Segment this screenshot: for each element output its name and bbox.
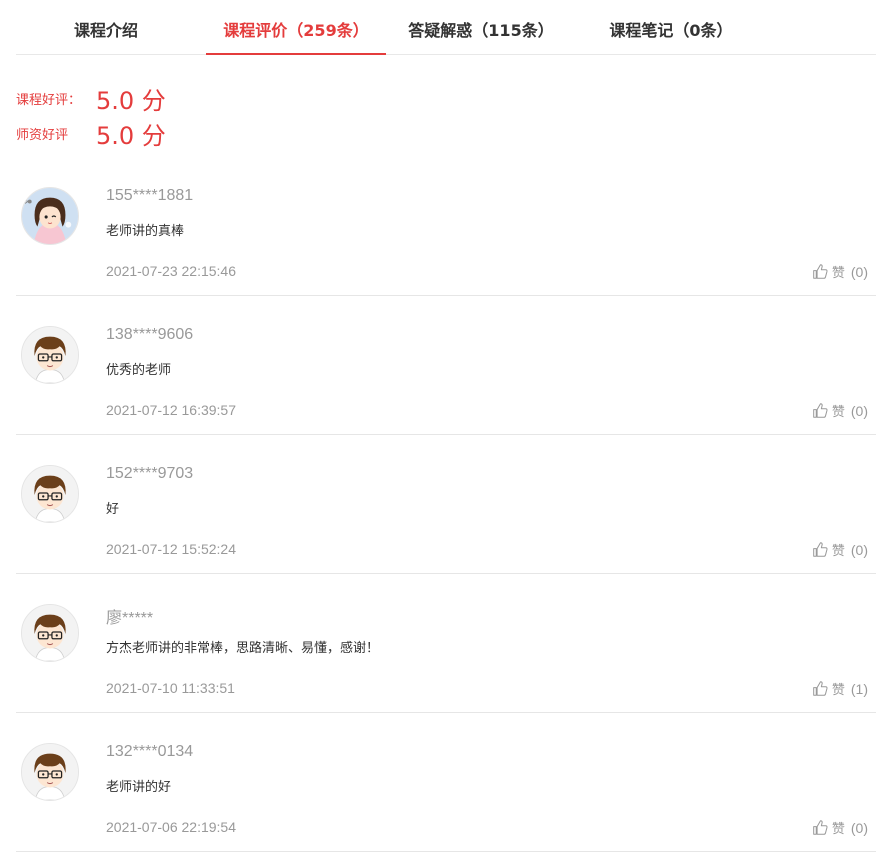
review-username: 155****1881 [106,187,194,204]
thumbs-up-icon [812,541,832,558]
review-list: 155****1881 老师讲的真棒 2021-07-23 22:15:46 赞 (0)… [16,157,876,852]
thumbs-up-icon [812,263,832,280]
tab-course-intro[interactable]: 课程介绍 [16,0,196,54]
like-button[interactable]: 赞 (0) [812,540,868,559]
review-username: 廖***** [106,610,154,627]
review-content: 老师讲的好 [106,780,172,795]
like-button[interactable]: 赞 (0) [812,401,868,420]
active-tab-underline [206,53,386,55]
review-content: 优秀的老师 [106,363,172,378]
review-item: 155****1881 老师讲的真棒 2021-07-23 22:15:46 赞 (0) [16,157,876,296]
tab-qa[interactable]: 答疑解惑（115条） [391,0,571,54]
thumbs-up-icon [812,402,832,419]
review-time: 2021-07-06 22:19:54 [106,819,236,835]
review-username: 152****9703 [106,465,194,482]
review-time: 2021-07-23 22:15:46 [106,263,236,279]
review-item: 廖***** 方杰老师讲的非常棒，思路清晰、易懂，感谢！ 2021-07-10 11… [16,574,876,713]
teacher-rating-label: 师资好评 [16,127,69,143]
avatar [21,326,79,384]
review-content: 好 [106,502,120,517]
teacher-rating: 师资好评 5.0 分 [16,118,166,150]
tab-notes[interactable]: 课程笔记（0条） [581,0,761,54]
like-button[interactable]: 赞 (1) [812,679,868,698]
tab-course-reviews-label: 课程评价（259条） [223,21,369,40]
like-count: (0) [850,402,868,419]
like-count: (1) [850,680,868,697]
like-label: 赞 [831,683,845,698]
thumbs-up-icon [812,680,832,697]
course-rating: 课程好评： 5.0 分 [16,83,166,115]
review-username: 138****9606 [106,326,194,343]
review-content: 方杰老师讲的非常棒，思路清晰、易懂，感谢！ [106,641,380,656]
like-button[interactable]: 赞 (0) [812,262,868,281]
thumbs-up-icon [812,819,832,836]
review-time: 2021-07-12 16:39:57 [106,402,236,418]
avatar [21,465,79,523]
avatar [21,604,79,662]
like-label: 赞 [831,822,845,837]
like-count: (0) [850,541,868,558]
like-button[interactable]: 赞 (0) [812,818,868,837]
review-time: 2021-07-10 11:33:51 [106,680,235,696]
tab-course-reviews[interactable]: 课程评价（259条） [206,0,386,55]
review-content: 老师讲的真棒 [106,224,185,239]
course-rating-value: 5.0 分 [96,86,166,115]
review-item: 132****0134 老师讲的好 2021-07-06 22:19:54 赞 (0) [16,713,876,852]
avatar [21,743,79,801]
like-count: (0) [850,819,868,836]
like-label: 赞 [831,544,845,559]
review-username: 132****0134 [106,743,194,760]
teacher-rating-value: 5.0 分 [96,121,166,150]
course-rating-label: 课程好评： [16,92,82,108]
like-count: (0) [850,263,868,280]
review-item: 152****9703 好 2021-07-12 15:52:24 赞 (0) [16,435,876,574]
review-item: 138****9606 优秀的老师 2021-07-12 16:39:57 赞 (0) [16,296,876,435]
like-label: 赞 [831,405,845,420]
avatar [21,187,79,245]
review-tabs: 课程介绍 课程评价（259条） 答疑解惑（115条） 课程笔记（0条） [16,0,876,55]
review-time: 2021-07-12 15:52:24 [106,541,236,557]
like-label: 赞 [831,266,845,281]
